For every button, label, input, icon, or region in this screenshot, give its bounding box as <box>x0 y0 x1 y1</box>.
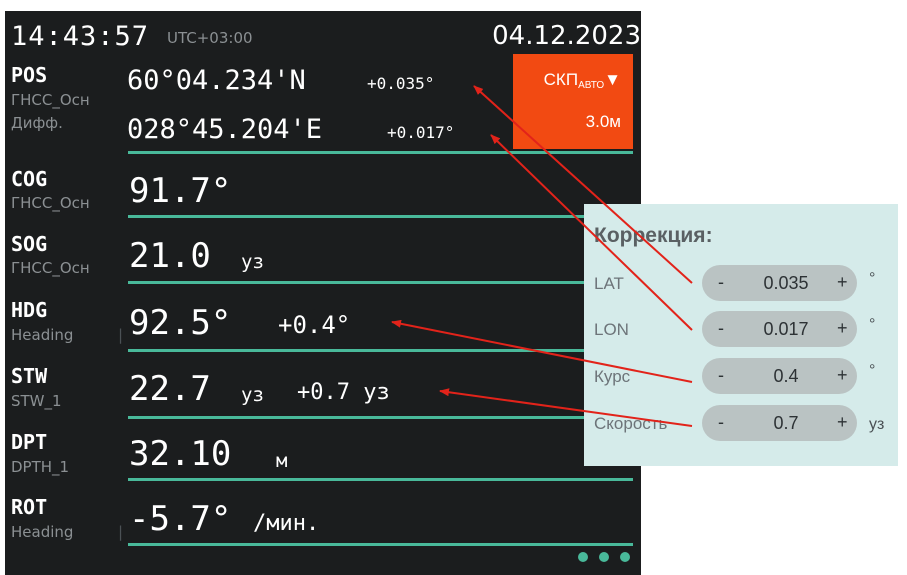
speed-arrow <box>439 388 693 427</box>
annotation-arrows <box>391 85 693 427</box>
lon-arrow <box>490 134 693 331</box>
course-arrow <box>391 319 693 383</box>
lat-arrow <box>473 85 693 284</box>
